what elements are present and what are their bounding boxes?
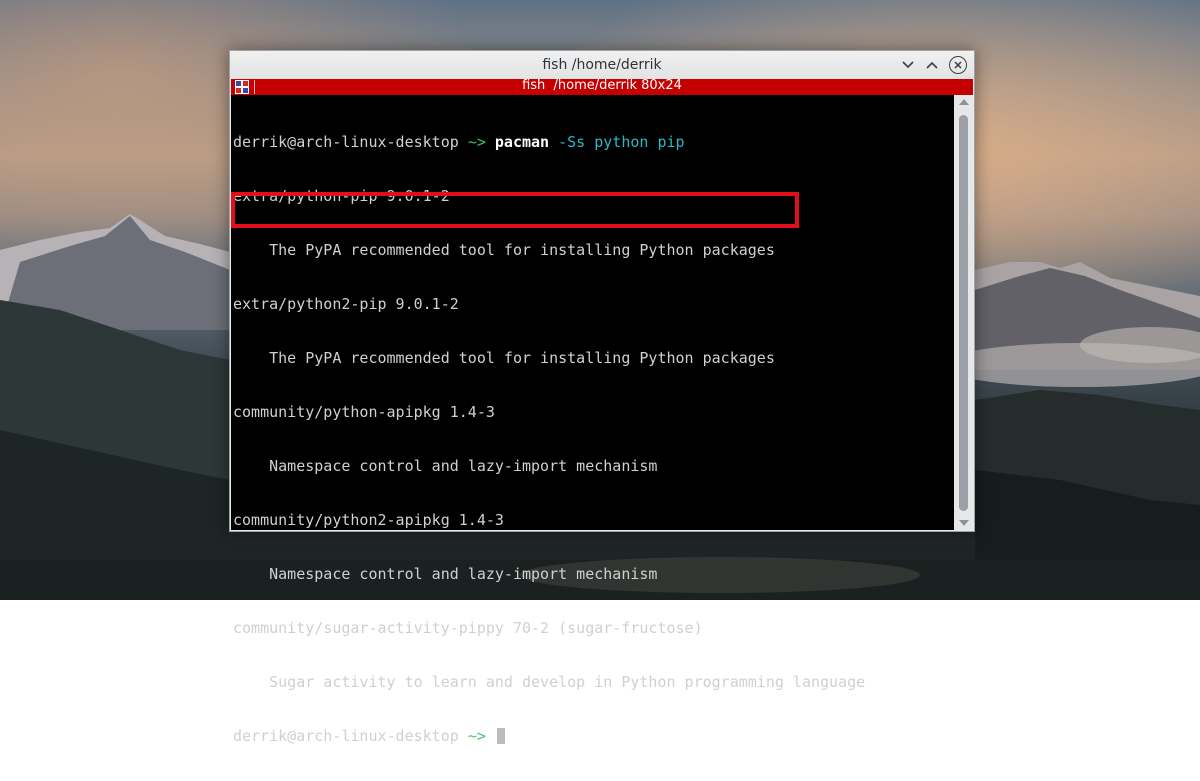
window-title: fish /home/derrik — [542, 57, 662, 73]
output-line: Namespace control and lazy-import mechan… — [233, 457, 658, 475]
output-line: The PyPA recommended tool for installing… — [233, 241, 775, 259]
output-line: community/python-apipkg 1.4-3 — [233, 403, 495, 421]
output-line: The PyPA recommended tool for installing… — [233, 349, 775, 367]
terminal-window[interactable]: fish /home/derrik fish /home/derrik 80x2… — [229, 50, 975, 745]
close-icon — [949, 56, 967, 74]
chevron-down-icon[interactable] — [898, 55, 918, 75]
command-name: pacman — [494, 133, 550, 151]
window-titlebar[interactable]: fish /home/derrik — [230, 51, 974, 79]
output-line: extra/python2-pip 9.0.1-2 — [233, 295, 459, 313]
prompt-dir: ~> — [467, 133, 486, 151]
scroll-down-icon[interactable] — [959, 520, 969, 526]
terminal-output-area[interactable]: derrik@arch-linux-desktop ~> pacman -Ss … — [231, 95, 954, 745]
prompt-dir: ~> — [467, 727, 486, 745]
command-args: -Ss python pip — [558, 133, 685, 151]
output-line: Sugar activity to learn and develop in P… — [233, 673, 866, 691]
highlight-box — [231, 192, 799, 228]
close-button[interactable] — [948, 55, 968, 75]
output-line: community/python2-apipkg 1.4-3 — [233, 511, 504, 529]
prompt-user: derrik@arch-linux-desktop — [233, 727, 459, 745]
chevron-up-icon[interactable] — [922, 55, 942, 75]
terminal-tab-bar[interactable]: fish /home/derrik 80x24 — [231, 78, 973, 95]
tab-title: fish /home/derrik 80x24 — [522, 78, 682, 93]
terminal-scrollbar[interactable] — [954, 95, 973, 530]
scroll-up-icon[interactable] — [959, 99, 969, 105]
prompt-user: derrik@arch-linux-desktop — [233, 133, 459, 151]
scrollbar-thumb[interactable] — [959, 115, 968, 511]
output-line: community/sugar-activity-pippy 70-2 (sug… — [233, 619, 703, 637]
output-line: Namespace control and lazy-import mechan… — [233, 565, 658, 583]
command-line: derrik@arch-linux-desktop ~> pacman -Ss … — [233, 133, 954, 151]
text-cursor — [496, 728, 505, 744]
active-prompt-line[interactable]: derrik@arch-linux-desktop ~> — [233, 727, 954, 745]
